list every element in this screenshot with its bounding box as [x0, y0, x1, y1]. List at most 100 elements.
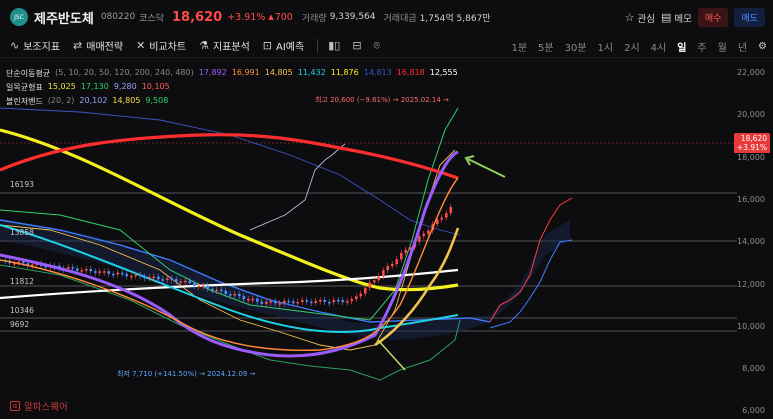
indicators-button[interactable]: ∿ 보조지표	[10, 38, 60, 53]
candle-body	[125, 273, 129, 277]
y-tick-label: 8,000	[742, 364, 765, 374]
period-7[interactable]: 주	[697, 39, 706, 54]
ichimoku-span-a	[489, 197, 573, 323]
candle-body	[94, 271, 97, 273]
period-6[interactable]: 일	[677, 39, 686, 54]
stock-header: JSC 제주반도체 080220 코스닥 18,620 +3.91% ▲ 700…	[0, 0, 773, 34]
candle-body	[220, 289, 223, 292]
candle-body	[319, 299, 322, 302]
candle-body	[139, 274, 142, 277]
y-tick-label: 12,000	[737, 279, 765, 289]
level-label: 10346	[10, 306, 34, 315]
candle-body	[107, 271, 111, 274]
strategy-label: 매매전략	[86, 42, 124, 53]
chart-canvas[interactable]	[0, 60, 773, 419]
candle-body	[98, 271, 102, 273]
candle-body	[260, 301, 264, 304]
ma-legend-values: 17,892 16,991 14,805 11,432 11,876 14,813 16,8…	[199, 68, 463, 79]
compare-icon: ✕	[136, 39, 146, 52]
candle-body	[400, 252, 403, 260]
candle-body	[422, 233, 426, 237]
ichimoku-span-b	[489, 239, 573, 329]
candle-body	[112, 273, 115, 276]
ai-predict-label: AI예측	[276, 42, 305, 53]
current-price-tag: 18,620 +3.91%	[733, 133, 770, 153]
candle-body	[211, 288, 214, 291]
lagging-span	[249, 143, 346, 231]
candle-body	[292, 301, 295, 304]
ai-icon: ⊡	[262, 39, 272, 52]
period-0[interactable]: 1분	[511, 39, 527, 54]
ichimoku-legend[interactable]: 일목균형표 15,025 17,130 9,280 10,105	[6, 82, 175, 93]
candle-body	[305, 300, 309, 302]
candle-body	[350, 299, 354, 302]
period-2[interactable]: 30분	[565, 39, 587, 54]
period-3[interactable]: 1시	[598, 39, 614, 54]
watch-button[interactable]: ☆ 관심	[625, 11, 655, 25]
ma-legend-name: 단순이동평균	[6, 69, 51, 78]
candle-body	[328, 301, 331, 304]
candle-body	[242, 296, 246, 300]
stock-name[interactable]: 제주반도체	[34, 8, 94, 27]
period-4[interactable]: 2시	[624, 39, 640, 54]
candle-body	[368, 282, 372, 288]
candle-body	[386, 265, 390, 271]
y-tick-label: 18,000	[737, 152, 765, 162]
bollinger-legend-params: (20, 2)	[47, 96, 75, 105]
change-amount: 700	[274, 11, 293, 23]
amount-label: 거래대금	[383, 13, 417, 24]
candle-body	[346, 301, 349, 303]
camera-icon[interactable]: ⌾	[374, 39, 381, 53]
candle-body	[80, 270, 84, 272]
candle-body	[134, 274, 138, 277]
ai-predict-button[interactable]: ⊡ AI예측	[263, 38, 304, 53]
strategy-button[interactable]: ⇄ 매매전략	[73, 38, 123, 53]
ichi-vals-item: 9,280	[113, 82, 137, 91]
candle-body	[296, 302, 300, 304]
chart-settings-icon[interactable]: ⚙	[758, 41, 767, 52]
change-percent: +3.91%	[227, 11, 266, 23]
amount-value: 1,754억 5,867만	[419, 13, 491, 24]
y-tick-label: 16,000	[737, 194, 765, 204]
ichimoku-cloud	[0, 220, 570, 340]
period-8[interactable]: 월	[718, 39, 727, 54]
watermark-text: 알파스퀘어	[24, 402, 68, 413]
analysis-label: 지표분석	[212, 42, 250, 53]
ma-120-line	[0, 128, 459, 292]
compare-button[interactable]: ✕ 비교차트	[136, 38, 186, 53]
ichi-vals-item: 17,130	[80, 82, 109, 91]
low-price-annotation: 최저 7,710 (+141.50%) → 2024.12.09 →	[117, 370, 256, 378]
buy-button[interactable]: 매수	[697, 8, 729, 27]
candle-body	[148, 277, 151, 279]
candle-body	[323, 299, 327, 302]
candle-body	[287, 300, 291, 303]
sell-button[interactable]: 매도	[734, 8, 765, 27]
candle-body	[103, 271, 106, 273]
ma-vals-item: 11,432	[297, 68, 326, 77]
candle-body	[157, 276, 160, 280]
period-5[interactable]: 4시	[651, 39, 667, 54]
y-tick-label: 14,000	[737, 237, 765, 247]
period-9[interactable]: 년	[738, 39, 747, 54]
candle-body	[364, 287, 367, 294]
ichimoku-legend-values: 15,025 17,130 9,280 10,105	[48, 82, 175, 93]
bollinger-legend[interactable]: 볼린저밴드 (20, 2) 20,102 14,805 9,508	[6, 96, 173, 107]
candle-body	[337, 299, 340, 302]
candle-body	[130, 275, 133, 278]
price-chart[interactable]: 단순이동평균 (5, 10, 20, 50, 120, 200, 240, 48…	[0, 60, 773, 419]
ma-vals-item: 16,818	[396, 68, 425, 77]
bollinger-lower	[0, 264, 461, 381]
watermark: α 알파스퀘어	[10, 399, 68, 413]
layout-icon[interactable]: ⊟	[352, 39, 361, 52]
ichimoku-legend-name: 일목균형표	[6, 83, 43, 92]
ichi-vals-item: 10,105	[141, 82, 170, 91]
pointer-arrow	[467, 158, 506, 178]
candle-body	[229, 294, 232, 296]
period-1[interactable]: 5분	[538, 39, 554, 54]
candle-type-icon[interactable]: ▮▯	[328, 39, 340, 52]
candle-body	[161, 279, 165, 281]
analysis-button[interactable]: ⚗ 지표분석	[199, 38, 250, 53]
memo-button[interactable]: ▤ 메모	[661, 11, 692, 25]
candle-body	[193, 283, 196, 287]
ma-legend[interactable]: 단순이동평균 (5, 10, 20, 50, 120, 200, 240, 48…	[6, 68, 463, 79]
